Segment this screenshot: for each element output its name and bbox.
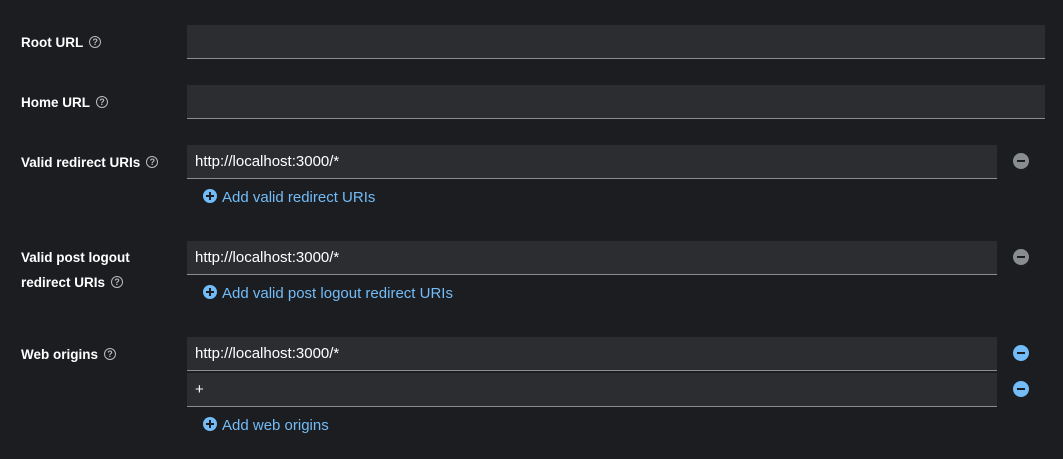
add-valid-redirect-uri-label: Add valid redirect URIs	[222, 189, 376, 206]
root-url-input[interactable]	[187, 25, 1045, 59]
valid-redirect-uris-label-text: Valid redirect URIs	[21, 155, 141, 170]
plus-circle-icon	[203, 285, 217, 300]
plus-circle-icon	[203, 189, 217, 204]
root-url-label-text: Root URL	[21, 35, 84, 50]
home-url-label-text: Home URL	[21, 95, 91, 110]
home-url-label: Home URL?	[21, 90, 109, 115]
web-origins-label: Web origins?	[21, 342, 117, 367]
add-web-origin-label: Add web origins	[222, 417, 329, 434]
add-post-logout-redirect-uri-button[interactable]: Add valid post logout redirect URIs	[203, 284, 453, 304]
add-valid-redirect-uri-button[interactable]: Add valid redirect URIs	[203, 188, 375, 208]
help-circle-icon[interactable]: ?	[96, 96, 109, 109]
help-circle-icon[interactable]: ?	[146, 156, 159, 169]
web-origins-label-text: Web origins	[21, 347, 99, 362]
help-circle-icon[interactable]: ?	[111, 276, 124, 289]
home-url-input[interactable]	[187, 85, 1045, 119]
valid-redirect-uri-input[interactable]	[187, 145, 997, 179]
post-logout-redirect-uris-label: Valid post logout redirect URIs?	[21, 245, 130, 295]
help-circle-icon[interactable]: ?	[104, 348, 117, 361]
add-post-logout-redirect-uri-label: Add valid post logout redirect URIs	[222, 285, 453, 302]
minus-circle-icon[interactable]	[1013, 345, 1029, 361]
add-web-origin-button[interactable]: Add web origins	[203, 416, 329, 436]
plus-circle-icon	[203, 417, 217, 432]
post-logout-redirect-uri-input[interactable]	[187, 241, 997, 275]
web-origin-input[interactable]	[187, 337, 997, 371]
valid-redirect-uris-label: Valid redirect URIs?	[21, 150, 159, 175]
web-origin-input[interactable]	[187, 373, 997, 407]
help-circle-icon[interactable]: ?	[89, 36, 102, 49]
post-logout-label-line2: redirect URIs	[21, 275, 106, 290]
root-url-label: Root URL?	[21, 30, 102, 55]
minus-circle-icon[interactable]	[1013, 153, 1029, 169]
minus-circle-icon[interactable]	[1013, 381, 1029, 397]
post-logout-label-line1: Valid post logout	[21, 250, 130, 265]
minus-circle-icon[interactable]	[1013, 249, 1029, 265]
